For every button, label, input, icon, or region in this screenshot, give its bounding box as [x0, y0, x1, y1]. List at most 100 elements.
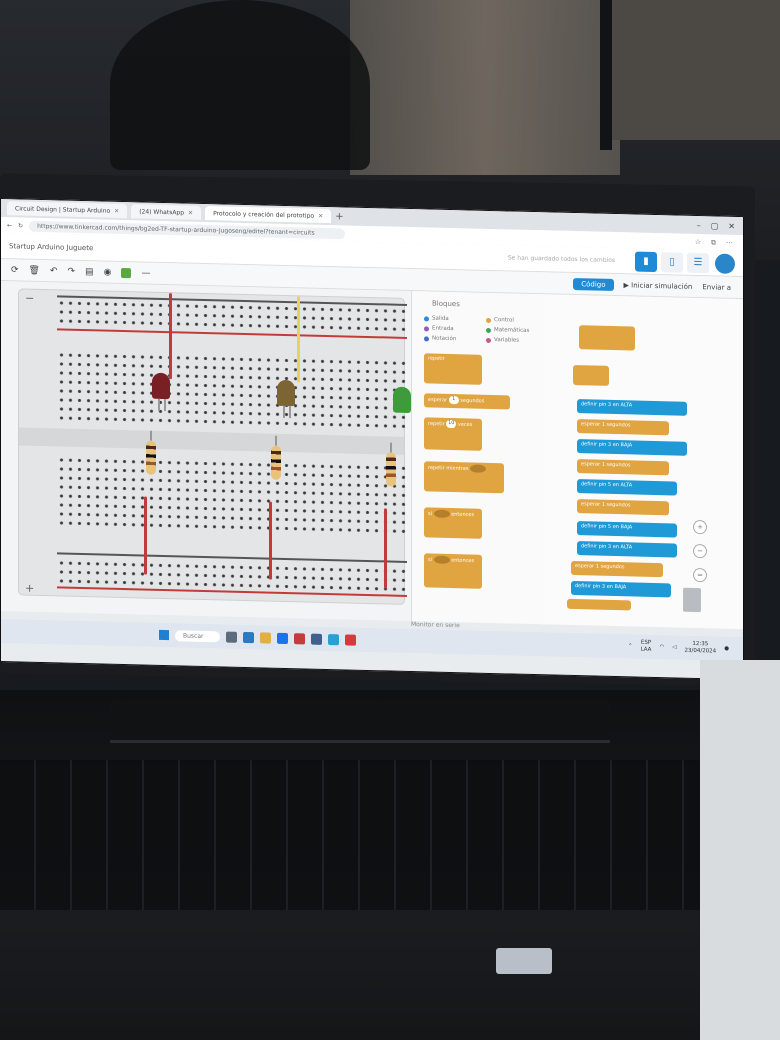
back-icon[interactable]: ←	[7, 222, 12, 229]
acrobat-icon[interactable]	[344, 633, 356, 646]
block-number[interactable]: 10	[446, 419, 457, 429]
category-variables[interactable]: Variables	[486, 337, 519, 344]
resistor-3[interactable]	[386, 452, 396, 487]
wire-red-bottom[interactable]	[144, 496, 147, 575]
code-button[interactable]: Código	[573, 277, 614, 291]
language-indicator[interactable]: ESP LAA	[641, 640, 652, 654]
rotate-icon[interactable]: ⟳	[11, 265, 19, 275]
led-red[interactable]	[152, 372, 170, 400]
block-si-sino[interactable]: si entonces	[424, 553, 482, 589]
category-dot	[424, 325, 429, 331]
code-line[interactable]: definir pin 3 en BAJA	[571, 580, 671, 598]
wire-red-bottom[interactable]	[269, 501, 272, 580]
code-line[interactable]: definir pin 5 en ALTA	[577, 479, 677, 496]
block-on-start[interactable]	[579, 325, 635, 351]
block-si[interactable]: si entonces	[424, 507, 482, 539]
category-notacion[interactable]: Notación	[424, 335, 456, 342]
tab-label: Protocolo y creación del prototipo	[213, 209, 315, 220]
redo-icon[interactable]: ↷	[68, 266, 76, 276]
edge-icon[interactable]	[242, 631, 254, 643]
schematic-view-button[interactable]: ▯	[661, 251, 683, 273]
breadboard[interactable]: − +	[19, 289, 415, 604]
led-yellow[interactable]	[277, 379, 295, 407]
line-style-icon[interactable]: —	[141, 268, 150, 278]
block-forever[interactable]	[573, 365, 609, 386]
start-simulation-button[interactable]: ▶ Iniciar simulación	[624, 281, 693, 291]
color-picker[interactable]	[121, 267, 132, 278]
code-line[interactable]: esperar 1 segundos	[577, 419, 669, 436]
palette-title[interactable]: Bloques	[432, 300, 460, 309]
serial-monitor-button[interactable]: Monitor en serie	[411, 621, 460, 629]
minus-rail-icon: +	[25, 581, 35, 595]
file-explorer-icon[interactable]	[259, 631, 271, 644]
block-repetir[interactable]: repetir	[424, 353, 482, 385]
delete-icon[interactable]: 🗑	[29, 265, 40, 275]
resistor-2[interactable]	[271, 445, 281, 480]
trash-icon[interactable]	[683, 587, 701, 613]
note-icon[interactable]: ▤	[85, 267, 94, 277]
eye-icon[interactable]: ◉	[104, 267, 112, 277]
block-number[interactable]: 1	[448, 395, 459, 405]
chrome-icon[interactable]	[276, 632, 288, 644]
block-repetir-veces[interactable]: repetir 10 veces	[424, 417, 482, 451]
close-icon[interactable]: ✕	[188, 209, 193, 216]
undo-icon[interactable]: ↶	[50, 266, 58, 276]
code-line[interactable]: definir pin 3 en ALTA	[577, 399, 687, 416]
menu-icon[interactable]: ⋯	[726, 238, 733, 247]
category-label: Salida	[432, 315, 449, 322]
code-line[interactable]: esperar 1 segundos	[577, 499, 669, 516]
zoom-out-icon[interactable]: −	[693, 543, 707, 559]
code-workspace[interactable]: definir pin 3 en ALTA esperar 1 segundos…	[543, 294, 743, 630]
notification-icon[interactable]: ●	[724, 646, 729, 652]
volume-icon[interactable]: ◁	[672, 644, 676, 650]
clock[interactable]: 12:35 23/04/2024	[684, 641, 716, 656]
circuit-view-button[interactable]: ▮	[635, 251, 657, 272]
taskbar-search[interactable]: Buscar	[175, 629, 220, 642]
browser-tab[interactable]: (24) WhatsApp ✕	[131, 204, 202, 220]
wire-red-top[interactable]	[169, 293, 172, 380]
teams-icon[interactable]	[327, 633, 339, 645]
block-esperar[interactable]: esperar 1 segundos	[424, 393, 510, 410]
led-green[interactable]	[393, 386, 411, 414]
windows-start-icon[interactable]	[159, 629, 169, 641]
component-list-button[interactable]: ☰	[687, 252, 709, 273]
wire-yellow-top[interactable]	[297, 296, 300, 383]
star-icon[interactable]: ☆	[695, 237, 701, 246]
extensions-icon[interactable]: ⧉	[711, 238, 716, 247]
code-line[interactable]: esperar 1 segundos	[577, 459, 669, 476]
store-icon[interactable]	[310, 633, 322, 645]
close-icon[interactable]: ✕	[318, 212, 323, 219]
circuit-canvas[interactable]: − +	[1, 281, 415, 622]
browser-tab[interactable]: Circuit Design | Startup Arduino ✕	[7, 201, 128, 219]
condition-slot[interactable]	[433, 555, 450, 564]
browser-tab-active[interactable]: Protocolo y creación del prototipo ✕	[205, 206, 332, 224]
category-entrada[interactable]: Entrada	[424, 325, 454, 332]
task-view-icon[interactable]	[225, 631, 237, 643]
send-to-button[interactable]: Enviar a	[702, 283, 743, 292]
category-salida[interactable]: Salida	[424, 315, 449, 322]
code-line[interactable]: definir pin 3 en ALTA	[577, 541, 677, 558]
code-line[interactable]: esperar 1 segundos	[571, 560, 663, 578]
code-line[interactable]: definir pin 3 en BAJA	[577, 439, 687, 456]
close-window-icon[interactable]: ✕	[728, 221, 735, 230]
zoom-in-icon[interactable]: +	[693, 519, 707, 535]
avatar[interactable]	[715, 252, 735, 274]
block-repetir-mientras[interactable]: repetir mientras	[424, 461, 504, 494]
condition-slot[interactable]	[470, 464, 487, 473]
chevron-up-icon[interactable]: ⌃	[628, 643, 633, 649]
resistor-1[interactable]	[146, 440, 156, 475]
category-matematicas[interactable]: Matemáticas	[486, 327, 529, 334]
minimize-icon[interactable]: –	[697, 221, 701, 230]
wire-red-bottom[interactable]	[384, 508, 387, 589]
condition-slot[interactable]	[433, 509, 450, 518]
wifi-icon[interactable]: ◠	[659, 644, 664, 650]
office-icon[interactable]	[293, 632, 305, 644]
new-tab-icon[interactable]: +	[335, 211, 343, 222]
project-title[interactable]: Startup Arduino Juguete	[9, 242, 93, 252]
reload-icon[interactable]: ↻	[18, 222, 23, 229]
close-icon[interactable]: ✕	[114, 207, 119, 214]
category-control[interactable]: Control	[486, 317, 514, 324]
code-line[interactable]: definir pin 5 en BAJA	[577, 521, 677, 538]
maximize-icon[interactable]: ▢	[711, 221, 719, 230]
zoom-reset-icon[interactable]: =	[693, 567, 707, 583]
